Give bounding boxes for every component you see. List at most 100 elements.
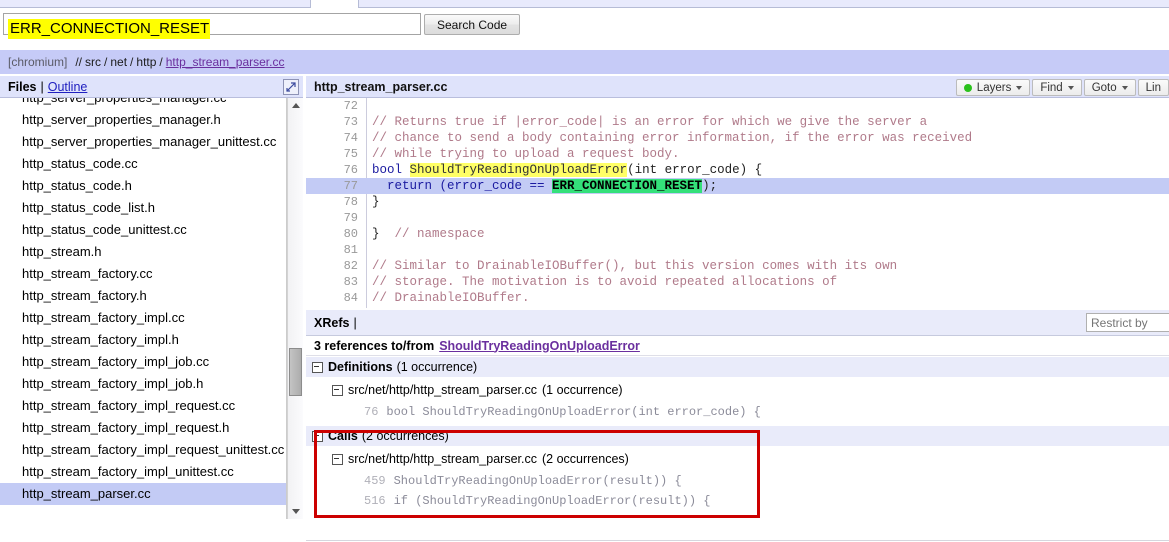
code-body[interactable]: 7273 // Returns true if |error_code| is a… bbox=[306, 98, 1169, 308]
popout-icon[interactable] bbox=[283, 79, 299, 95]
xrefs-snippet-line-number: 459 bbox=[364, 474, 386, 488]
breadcrumb-project[interactable]: [chromium] bbox=[8, 55, 67, 69]
status-dot-icon bbox=[964, 84, 972, 92]
file-list-item[interactable]: http_stream_factory_impl_job.cc bbox=[0, 351, 287, 373]
xrefs-summary: 3 references to/from ShouldTryReadingOnU… bbox=[306, 336, 1169, 356]
code-toolbar: Layers Find Goto Lin bbox=[954, 79, 1169, 96]
file-list-item[interactable]: http_stream_factory_impl_request.h bbox=[0, 417, 287, 439]
tool-button-label: Goto bbox=[1092, 82, 1117, 94]
code-line-number: 83 bbox=[306, 274, 358, 290]
collapse-toggle-icon[interactable] bbox=[312, 362, 323, 373]
search-input[interactable]: ERR_CONNECTION_RESET bbox=[3, 13, 421, 35]
code-line-number: 76 bbox=[306, 162, 358, 178]
xrefs-snippet-line-number: 516 bbox=[364, 494, 386, 508]
breadcrumb-segment-net[interactable]: net bbox=[110, 55, 127, 69]
browser-tab-right[interactable] bbox=[358, 0, 1169, 8]
collapse-toggle-icon[interactable] bbox=[312, 431, 323, 442]
code-line: 73 // Returns true if |error_code| is an … bbox=[306, 114, 1169, 130]
code-line-number: 81 bbox=[306, 242, 358, 258]
xrefs-snippet[interactable]: 76bool ShouldTryReadingOnUploadError(int… bbox=[306, 402, 1169, 421]
xrefs-group-count: (2 occurrences) bbox=[362, 429, 449, 443]
xrefs-snippet[interactable]: 516 if (ShouldTryReadingOnUploadError(res… bbox=[306, 491, 1169, 510]
code-panel: http_stream_parser.cc LayersFindGotoLin … bbox=[306, 76, 1169, 308]
file-list-item[interactable]: http_stream_factory.h bbox=[0, 285, 287, 307]
breadcrumb-root: // bbox=[75, 55, 82, 69]
collapse-toggle-icon[interactable] bbox=[332, 385, 343, 396]
file-list-item[interactable]: http_status_code.cc bbox=[0, 153, 287, 175]
collapse-toggle-icon[interactable] bbox=[332, 454, 343, 465]
file-list-item[interactable]: http_server_properties_manager.h bbox=[0, 109, 287, 131]
code-token: // namespace bbox=[395, 227, 485, 241]
scroll-up-arrow-icon[interactable] bbox=[288, 98, 303, 113]
tool-button-line[interactable]: Lin bbox=[1138, 79, 1169, 96]
file-list-vertical-scrollbar[interactable] bbox=[287, 98, 303, 519]
browser-tab-left[interactable] bbox=[0, 0, 311, 8]
code-line-text: // storage. The motivation is to avoid r… bbox=[372, 274, 837, 290]
tool-button-goto[interactable]: Goto bbox=[1084, 79, 1136, 96]
code-line-text: } bbox=[372, 194, 380, 210]
tool-button-find[interactable]: Find bbox=[1032, 79, 1081, 96]
code-line-number: 78 bbox=[306, 194, 358, 210]
vertical-scroll-thumb[interactable] bbox=[289, 348, 302, 396]
breadcrumb-separator: / bbox=[104, 55, 107, 69]
code-line-text: } // namespace bbox=[372, 226, 485, 242]
code-line-number: 73 bbox=[306, 114, 358, 130]
file-list-item[interactable]: http_server_properties_manager.cc bbox=[0, 98, 287, 109]
xrefs-header: XRefs | bbox=[306, 310, 1169, 336]
restrict-by-input[interactable] bbox=[1086, 313, 1169, 332]
file-list-item[interactable]: http_stream.h bbox=[0, 241, 287, 263]
code-token: return (error_code == bbox=[372, 179, 552, 193]
tool-button-layers[interactable]: Layers bbox=[956, 79, 1031, 96]
code-token: // Similar to DrainableIOBuffer(), but t… bbox=[372, 259, 897, 273]
breadcrumb-file[interactable]: http_stream_parser.cc bbox=[166, 55, 285, 69]
file-list-item[interactable]: http_status_code.h bbox=[0, 175, 287, 197]
code-line-text: // DrainableIOBuffer. bbox=[372, 290, 530, 306]
file-list-item[interactable]: http_server_properties_manager_unittest.… bbox=[0, 131, 287, 153]
search-code-button[interactable]: Search Code bbox=[424, 14, 520, 35]
breadcrumb-separator: / bbox=[159, 55, 162, 69]
code-line-number: 72 bbox=[306, 98, 358, 114]
file-list-item[interactable]: http_stream_factory.cc bbox=[0, 263, 287, 285]
xrefs-snippet-code: if (ShouldTryReadingOnUploadError(result… bbox=[394, 494, 711, 508]
xrefs-file-row[interactable]: src/net/http/http_stream_parser.cc(2 occ… bbox=[306, 448, 1169, 470]
code-line: 80} // namespace bbox=[306, 226, 1169, 242]
file-list-item[interactable]: http_stream_factory_impl_request.cc bbox=[0, 395, 287, 417]
file-list-item[interactable]: http_status_code_unittest.cc bbox=[0, 219, 287, 241]
xrefs-file-row[interactable]: src/net/http/http_stream_parser.cc (1 occ… bbox=[306, 379, 1169, 401]
scroll-down-arrow-icon[interactable] bbox=[288, 504, 303, 519]
files-panel-header: Files | Outline bbox=[0, 76, 303, 98]
file-list[interactable]: http_server_properties_manager.cchttp_se… bbox=[0, 98, 287, 519]
code-line: 79 bbox=[306, 210, 1169, 226]
breadcrumb-segment-http[interactable]: http bbox=[136, 55, 156, 69]
code-line-text: bool ShouldTryReadingOnUploadError(int e… bbox=[372, 162, 762, 178]
file-list-item[interactable]: http_status_code_list.h bbox=[0, 197, 287, 219]
code-line: 72 bbox=[306, 98, 1169, 114]
xrefs-snippet-line-number: 76 bbox=[364, 405, 378, 419]
xrefs-snippet[interactable]: 459ShouldTryReadingOnUploadError(result)… bbox=[306, 471, 1169, 490]
tool-button-label: Layers bbox=[977, 82, 1012, 94]
xrefs-file-count: (1 occurrence) bbox=[542, 383, 623, 397]
breadcrumb-segment-src[interactable]: src bbox=[85, 55, 101, 69]
code-token: // DrainableIOBuffer. bbox=[372, 291, 530, 305]
code-token: (int error_code) { bbox=[627, 163, 762, 177]
file-list-item[interactable]: http_stream_parser.cc bbox=[0, 483, 287, 505]
file-list-item[interactable]: http_stream_factory_impl.cc bbox=[0, 307, 287, 329]
outline-link[interactable]: Outline bbox=[48, 80, 88, 94]
xrefs-file-path: src/net/http/http_stream_parser.cc bbox=[348, 383, 537, 397]
file-list-item[interactable]: http_stream_factory_impl_job.h bbox=[0, 373, 287, 395]
xrefs-group-calls[interactable]: Calls(2 occurrences) bbox=[306, 426, 1169, 446]
file-list-item[interactable]: http_stream_factory_impl_unittest.cc bbox=[0, 461, 287, 483]
code-token: // Returns true if |error_code| is an er… bbox=[372, 115, 927, 129]
file-list-item[interactable]: http_stream_factory_impl_request_unittes… bbox=[0, 439, 287, 461]
code-token: } bbox=[372, 227, 395, 241]
code-line-number: 82 bbox=[306, 258, 358, 274]
code-token: // chance to send a body containing erro… bbox=[372, 131, 972, 145]
code-line-number: 75 bbox=[306, 146, 358, 162]
file-list-item[interactable]: http_stream_factory_impl.h bbox=[0, 329, 287, 351]
xrefs-group-definitions[interactable]: Definitions(1 occurrence) bbox=[306, 357, 1169, 377]
search-input-value: ERR_CONNECTION_RESET bbox=[8, 19, 210, 39]
code-line: 84// DrainableIOBuffer. bbox=[306, 290, 1169, 306]
code-line: 81 bbox=[306, 242, 1169, 258]
xrefs-symbol-link[interactable]: ShouldTryReadingOnUploadError bbox=[439, 339, 640, 353]
code-symbol-highlight: ShouldTryReadingOnUploadError bbox=[410, 163, 628, 177]
